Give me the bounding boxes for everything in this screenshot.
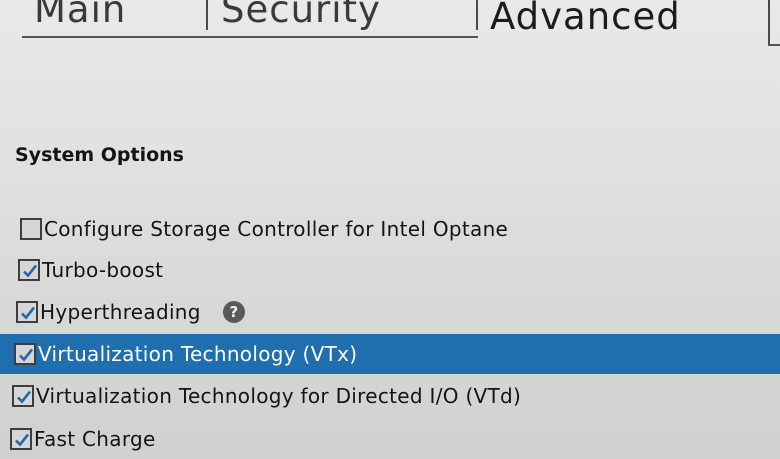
checkmark-icon xyxy=(23,264,37,278)
tab-underline xyxy=(22,36,478,38)
option-turbo-boost[interactable]: Turbo-boost xyxy=(0,250,780,290)
tab-divider xyxy=(768,0,770,44)
tab-main[interactable]: Main xyxy=(34,0,126,31)
question-circle-icon[interactable]: ? xyxy=(222,301,245,323)
tab-bar: Main Security Advanced xyxy=(0,0,780,46)
tab-underline xyxy=(768,44,780,46)
checkmark-icon xyxy=(15,433,29,447)
option-label: Hyperthreading xyxy=(40,300,201,324)
checkbox[interactable] xyxy=(18,259,40,281)
checkmark-icon xyxy=(21,306,35,320)
checkmark-icon xyxy=(17,390,31,404)
option-label: Virtualization Technology (VTx) xyxy=(38,342,358,366)
checkbox[interactable] xyxy=(20,218,42,240)
option-label: Configure Storage Controller for Intel O… xyxy=(44,217,509,241)
option-label: Virtualization Technology for Directed I… xyxy=(36,384,522,408)
section-title: System Options xyxy=(15,144,184,166)
option-hyperthreading[interactable]: Hyperthreading ? xyxy=(0,292,780,332)
option-label: Turbo-boost xyxy=(42,258,164,282)
tab-divider xyxy=(206,0,208,30)
option-label: Fast Charge xyxy=(34,427,156,451)
checkbox[interactable] xyxy=(16,301,38,323)
option-configure-storage-controller[interactable]: Configure Storage Controller for Intel O… xyxy=(0,209,780,249)
option-fast-charge[interactable]: Fast Charge xyxy=(0,419,780,459)
option-vtx[interactable]: Virtualization Technology (VTx) xyxy=(0,334,780,374)
checkbox[interactable] xyxy=(12,385,34,407)
checkmark-icon xyxy=(19,348,33,362)
checkbox[interactable] xyxy=(10,428,32,450)
tab-security[interactable]: Security xyxy=(221,0,381,31)
tab-advanced[interactable]: Advanced xyxy=(490,0,681,38)
option-vtd[interactable]: Virtualization Technology for Directed I… xyxy=(0,376,780,416)
checkbox[interactable] xyxy=(14,343,36,365)
tab-divider xyxy=(476,0,478,30)
